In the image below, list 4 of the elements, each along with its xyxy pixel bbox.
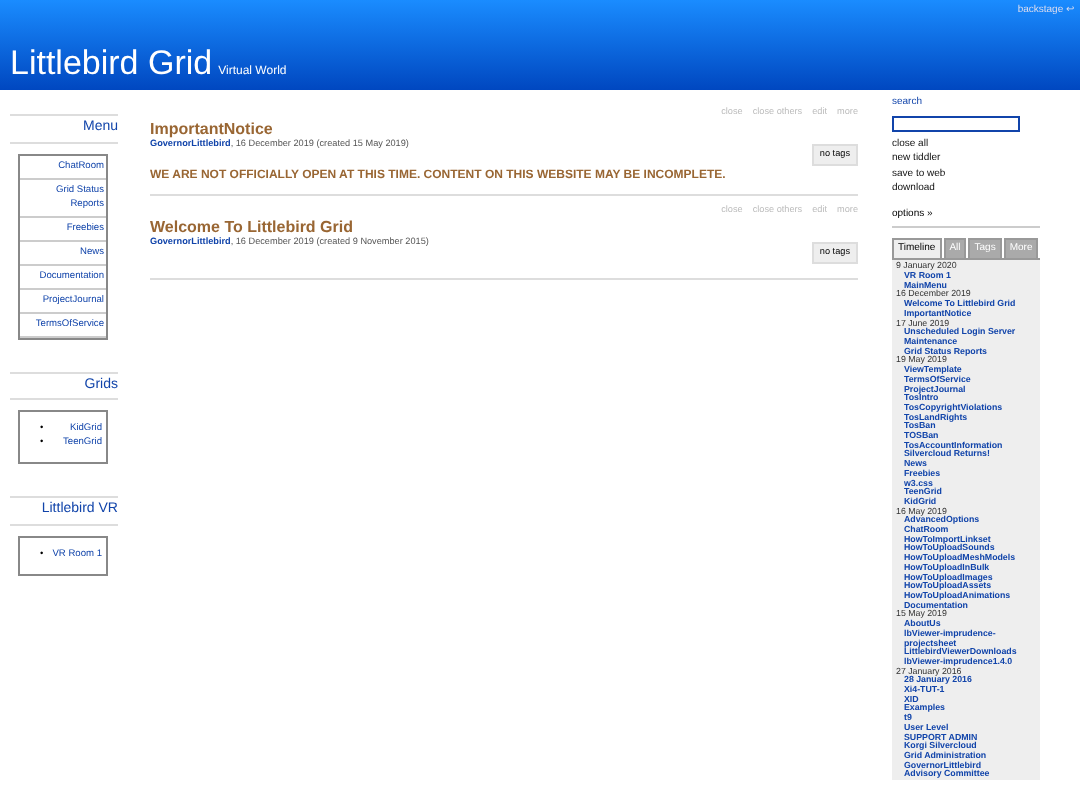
tiddler-title: ImportantNotice xyxy=(150,119,275,138)
site-title: Littlebird Grid xyxy=(10,46,213,80)
tiddler-title: Welcome To Littlebird Grid xyxy=(150,217,355,236)
search-field[interactable] xyxy=(892,115,1020,131)
